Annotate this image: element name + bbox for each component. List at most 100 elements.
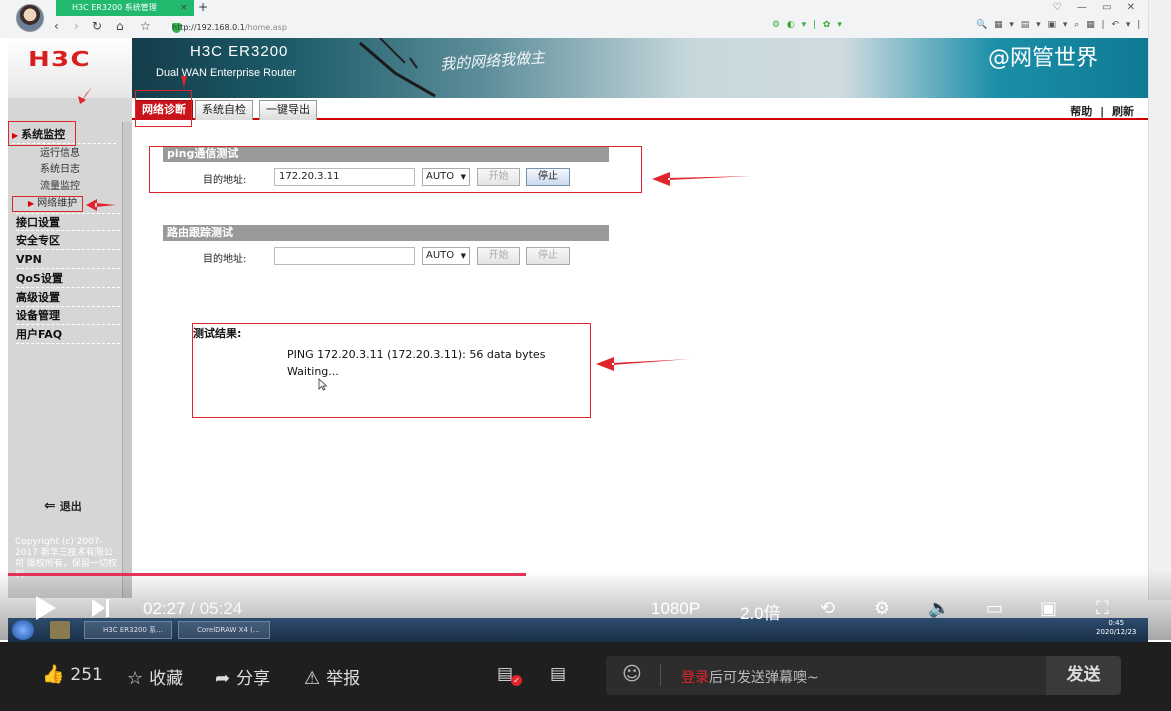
product-subtitle: Dual WAN Enterprise Router [156,67,297,79]
clock-date: 2020/12/23 [1096,628,1137,636]
menu-interface[interactable]: 接口设置 [16,213,120,231]
send-button[interactable]: 发送 [1046,656,1121,695]
share-label: 分享 [236,669,271,689]
pip-icon[interactable]: ▭ [986,598,1003,619]
danmu-hint: 后可发送弹幕噢~ [709,670,819,686]
taskbar-item-browser: H3C ER3200 系... [84,621,172,639]
trace-section-title: 路由跟踪测试 [163,225,609,241]
user-avatar[interactable] [16,4,44,32]
danmu-settings-icon[interactable]: ▤ [550,664,566,684]
logout-icon: ⇐ [44,498,56,514]
watermark: @网管世界 [988,46,1099,71]
annotation-box-result [192,323,591,418]
windows-start-icon [12,620,34,640]
close-tab-icon[interactable]: × [180,0,188,16]
url-path: /home.asp [244,23,287,32]
video-progress-fill [8,573,526,576]
volume-icon[interactable]: 🔈 [928,598,950,619]
forward-icon[interactable]: › [74,19,79,33]
time-separator: / [185,599,200,618]
trace-dest-input[interactable] [274,247,415,265]
menu-faq[interactable]: 用户FAQ [16,326,120,344]
screen: H3C ER3200 系统管理 × + ♡ — ▭ ✕ ‹ › ↻ ⌂ ☆ ht… [0,0,1171,711]
arrow-icon [596,357,690,371]
quality-button[interactable]: 1080P [651,599,700,619]
current-time: 02:27 [143,599,186,618]
fullscreen-icon[interactable]: ⛶ [1096,598,1109,619]
dropdown-caret-icon: ▼ [460,252,466,260]
star-icon: ☆ [127,668,144,689]
menu-vpn[interactable]: VPN [16,251,120,269]
folder-icon [50,621,70,639]
login-link[interactable]: 登录 [681,670,709,686]
emoji-icon[interactable]: ☺ [622,663,642,685]
toolbar-icons[interactable]: 🔍 ▦ ▾ ▤ ▾ ▣ ▾ ⌕ ▦ | ↶ ▾ | ☰ [976,20,1157,30]
report-label: 举报 [326,669,361,689]
play-icon[interactable] [36,596,56,620]
menu-device[interactable]: 设备管理 [16,307,120,325]
window-controls[interactable]: ♡ — ▭ ✕ [1053,2,1141,13]
next-icon[interactable] [90,598,112,618]
url-host: http://192.168.0.1 [172,23,245,32]
annotation-box-menu [8,121,76,146]
reload-icon[interactable]: ↻ [92,19,102,33]
danmu-on-badge-icon: ✓ [511,675,522,686]
page-scrollbar[interactable] [1148,0,1171,600]
submenu-run-info[interactable]: 运行信息 [40,146,80,162]
clock-time: 0:45 [1108,619,1125,627]
address-bar-icons[interactable]: ⚙ ◐ ▾ | ✿ ▾ [772,20,844,30]
submenu-system-log[interactable]: 系统日志 [40,162,80,178]
thumbs-up-icon: 👍 [42,664,65,685]
report-button[interactable]: ⚠ 举报 [304,664,360,689]
logout-button[interactable]: ⇐ 退出 [44,498,82,514]
speed-button[interactable]: 2.0倍 [740,599,781,624]
annotation-box-submenu [12,196,83,212]
sidebar-scrollbar[interactable] [122,122,132,598]
link-separator: | [1100,105,1105,118]
trace-mode-value: AUTO [426,250,455,261]
tab-one-click-export[interactable]: 一键导出 [259,100,317,120]
trace-dest-label: 目的地址: [203,254,247,265]
tab-row: 网络诊断 系统自检 一键导出 [132,98,1148,120]
annotation-box-tab [135,90,192,127]
refresh-link[interactable]: 刷新 [1112,105,1134,118]
danmu-input[interactable] [606,656,1046,695]
browser-tab[interactable]: H3C ER3200 系统管理 [56,0,194,16]
cable-graphic-icon [359,38,436,98]
address-bar[interactable]: http://192.168.0.1/home.asp [158,19,758,36]
product-name: H3C ER3200 [190,43,289,60]
annotation-box-ping [149,146,642,193]
menu-advanced[interactable]: 高级设置 [16,289,120,307]
taskbar-item-coreldraw: CorelDRAW X4 (... [178,621,270,639]
share-button[interactable]: ➦ 分享 [215,664,270,689]
favorite-button[interactable]: ☆ 收藏 [127,664,183,689]
total-time: 05:24 [199,599,243,618]
help-link[interactable]: 帮助 [1070,105,1092,118]
h3c-logo: H3C [28,47,91,71]
top-links: 帮助 | 刷新 [1070,103,1134,119]
arrow-icon [652,172,752,186]
tab-title: H3C ER3200 系统管理 [72,3,157,12]
bookmark-icon[interactable]: ☆ [140,19,151,33]
home-icon[interactable]: ⌂ [116,19,124,33]
video-time: 02:27 / 05:24 [143,599,242,619]
like-button[interactable]: 👍 251 [42,664,103,685]
new-tab-button[interactable]: + [198,0,208,15]
danmu-placeholder[interactable]: 登录后可发送弹幕噢~ [681,667,819,687]
tab-self-check[interactable]: 系统自检 [195,100,253,120]
trace-mode-select[interactable]: AUTO ▼ [422,247,470,265]
trace-stop-button[interactable]: 停止 [526,247,570,265]
menu-security[interactable]: 安全专区 [16,232,120,250]
like-count: 251 [70,665,103,685]
share-icon: ➦ [215,668,231,689]
back-icon[interactable]: ‹ [54,19,59,33]
logout-label: 退出 [59,500,82,513]
menu-qos[interactable]: QoS设置 [16,270,120,288]
input-divider [660,664,661,686]
trace-start-button[interactable]: 开始 [477,247,520,265]
widescreen-icon[interactable]: ▣ [1040,598,1057,619]
submenu-traffic-monitor[interactable]: 流量监控 [40,179,80,195]
loop-icon[interactable]: ⟲ [820,598,835,619]
warning-icon: ⚠ [304,668,321,689]
settings-icon[interactable]: ⚙ [874,598,890,619]
